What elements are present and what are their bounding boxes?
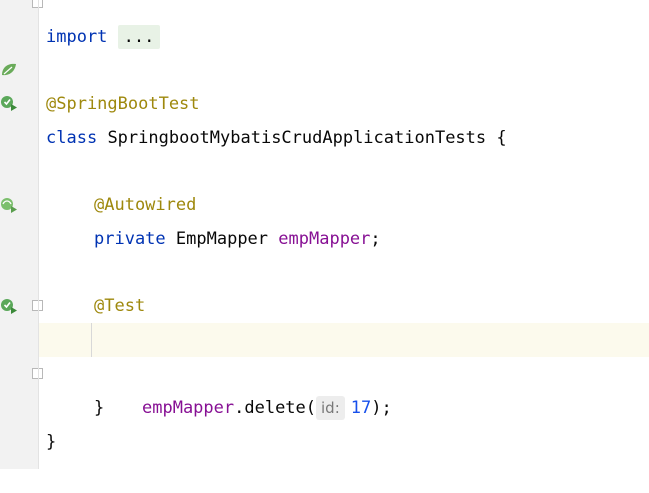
brace: { [496,128,507,148]
code-line-annotation: @SpringBootTest [39,53,649,114]
code-line-method-declaration: public void testDelete(){ [39,289,649,350]
keyword: import [46,27,108,47]
code-line-annotation-autowired: @Autowired [39,154,649,215]
code-line-import: import ... [39,0,649,49]
editor-gutter [0,0,43,469]
run-test-icon[interactable] [0,94,18,112]
code-editor[interactable]: import ... @SpringBootTest class Springb… [39,0,649,469]
code-line-method-close: } [39,357,649,418]
code-line-class-close: } [39,391,649,452]
closing-brace: } [46,432,57,452]
folded-imports[interactable]: ... [117,25,161,49]
code-line-field-declaration: private EmpMapper empMapper; [39,188,649,249]
field-name: empMapper [278,229,371,249]
indent-guide [91,323,92,357]
class-name: SpringbootMybatisCrudApplicationTests [107,128,487,148]
keyword: class [46,128,98,148]
code-line-annotation-test: @Test [39,255,649,316]
autowired-bean-icon[interactable] [0,196,18,214]
semicolon: ; [370,229,381,249]
spring-bean-icon[interactable] [0,61,18,79]
code-line-class-declaration: class SpringbootMybatisCrudApplicationTe… [39,87,649,148]
keyword: private [94,229,166,249]
type-name: EmpMapper [175,229,269,249]
code-line-current[interactable]: empMapper.delete(id: 17); [39,323,649,420]
run-test-icon[interactable] [0,297,18,315]
